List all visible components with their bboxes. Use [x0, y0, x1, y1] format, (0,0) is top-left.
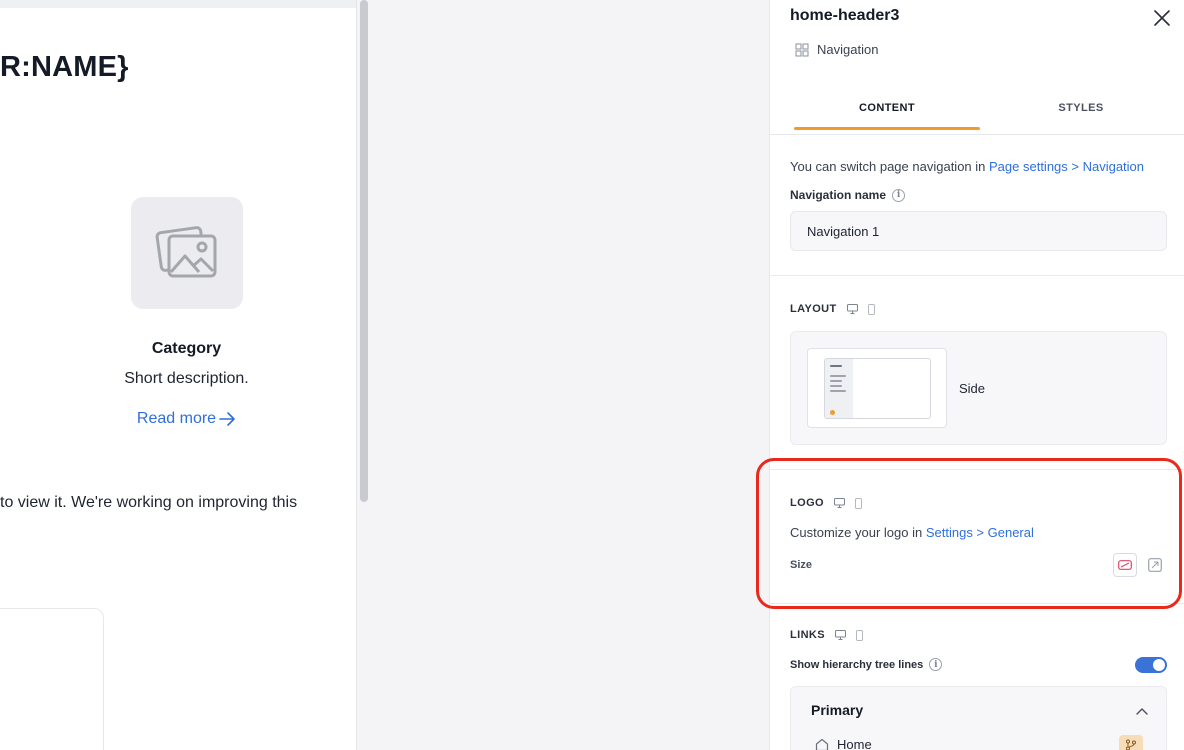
fit-size-icon — [1118, 560, 1132, 570]
desktop-icon[interactable] — [846, 304, 858, 314]
preview-card — [0, 608, 104, 750]
preview-line — [830, 375, 846, 377]
info-icon[interactable]: i — [929, 658, 943, 671]
section-divider — [770, 603, 1184, 604]
layout-selector: Side — [790, 331, 1167, 445]
chevron-up-icon — [1136, 708, 1148, 715]
switch-note-text: You can switch page navigation in — [790, 159, 989, 174]
toggle-knob — [1153, 659, 1165, 671]
panel-title: home-header3 — [790, 7, 900, 24]
logo-heading-text: LOGO — [790, 497, 824, 509]
element-type-label: Navigation — [817, 42, 879, 57]
tree-lines-row: Show hierarchy tree lines i — [790, 658, 943, 671]
side-layout-preview — [824, 358, 931, 419]
section-divider — [770, 469, 1184, 470]
page-settings-navigation-link[interactable]: Page settings > Navigation — [989, 159, 1144, 174]
primary-links-group: Primary Home — [790, 686, 1167, 750]
layout-selected-label: Side — [959, 381, 986, 396]
switch-navigation-note: You can switch page navigation in Page s… — [790, 159, 1144, 174]
desktop-icon[interactable] — [835, 630, 846, 640]
layout-heading-text: LAYOUT — [790, 303, 837, 315]
preview-line — [830, 380, 842, 382]
navigation-name-label-text: Navigation name — [790, 188, 887, 202]
mobile-icon[interactable] — [855, 497, 862, 509]
arrow-right-icon — [219, 411, 235, 426]
panel-tabs: CONTENT STYLES — [770, 86, 1184, 135]
tab-styles[interactable]: STYLES — [988, 102, 1174, 114]
collapse-primary-button[interactable] — [1136, 702, 1148, 720]
canvas-notice-text: to view it. We're working on improving t… — [0, 494, 298, 511]
category-description: Short description. — [124, 370, 249, 387]
primary-group-title: Primary — [811, 702, 864, 718]
fill-size-icon — [1148, 558, 1162, 572]
home-icon — [815, 738, 829, 750]
settings-panel: home-header3 Navigation CONTENT STYLES Y… — [769, 0, 1184, 750]
canvas-top-strip — [0, 0, 356, 8]
side-layout-sidebar — [825, 359, 853, 418]
preview-accent-dot — [830, 410, 835, 415]
desktop-icon[interactable] — [834, 498, 845, 508]
read-more-label: Read more — [136, 410, 217, 427]
tab-content[interactable]: CONTENT — [794, 102, 980, 114]
logo-customize-note: Customize your logo in Settings > Genera… — [790, 525, 1034, 540]
read-more-link[interactable]: Read more — [0, 410, 356, 428]
links-section-heading: LINKS — [790, 629, 863, 641]
category-title: Category — [151, 340, 222, 357]
settings-general-link[interactable]: Settings > General — [926, 525, 1034, 540]
links-heading-text: LINKS — [790, 629, 825, 641]
logo-size-label: Size — [790, 559, 813, 571]
tree-lines-toggle[interactable] — [1135, 657, 1167, 673]
close-icon — [1154, 10, 1170, 26]
layout-option-side[interactable] — [807, 348, 947, 428]
preview-line — [830, 365, 842, 367]
element-type-row: Navigation — [795, 42, 878, 57]
link-item-label: Home — [837, 737, 872, 750]
section-divider — [770, 275, 1184, 276]
logo-section-heading: LOGO — [790, 497, 862, 509]
preview-line — [830, 390, 846, 392]
grid-icon — [795, 43, 809, 56]
logo-size-fit-button[interactable] — [1113, 553, 1137, 577]
navigation-name-input[interactable] — [790, 211, 1167, 251]
page-heading: R:NAME} — [0, 51, 129, 83]
home-branch-badge[interactable] — [1119, 735, 1143, 750]
mobile-icon[interactable] — [867, 303, 875, 315]
active-tab-indicator — [794, 127, 980, 130]
branch-icon — [1126, 739, 1136, 750]
logo-size-fill-button[interactable] — [1143, 553, 1167, 577]
info-icon[interactable]: i — [892, 188, 906, 202]
tree-lines-label: Show hierarchy tree lines — [790, 658, 924, 671]
layout-section-heading: LAYOUT — [790, 303, 875, 315]
navigation-name-label: Navigation name i — [790, 188, 906, 202]
image-placeholder-icon — [155, 226, 217, 278]
close-button[interactable] — [1152, 8, 1172, 28]
mobile-icon[interactable] — [856, 629, 863, 641]
preview-line — [830, 385, 842, 387]
category-image-placeholder — [131, 197, 243, 309]
canvas-scrollbar-thumb[interactable] — [360, 0, 368, 502]
link-item-home[interactable]: Home — [815, 737, 872, 750]
page-canvas: R:NAME} Category Short description. Read… — [0, 0, 357, 750]
logo-note-text: Customize your logo in — [790, 525, 926, 540]
